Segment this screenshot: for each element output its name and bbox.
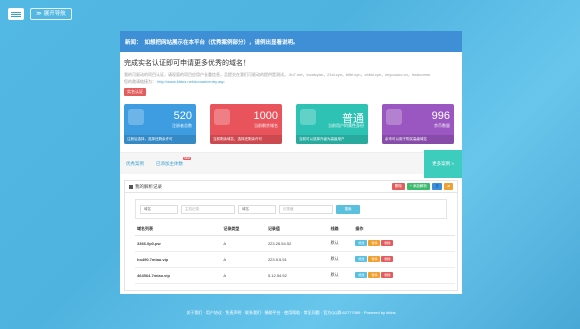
- cell-type: A: [221, 235, 266, 252]
- row-delete-button[interactable]: 删除: [381, 256, 394, 262]
- stat-footer: 注册后选择，选择还剩余许可: [124, 135, 196, 144]
- panel-title: 我的解析记录: [135, 183, 162, 189]
- edit-button[interactable]: 修改: [355, 240, 368, 246]
- stat-value: 1000: [253, 110, 278, 122]
- stat-card-domains: 1000 当前剩余域名 当前剩余域名，选择还剩余许可: [210, 104, 282, 144]
- stat-label: 当前用户的属性身份: [328, 123, 364, 128]
- cell-ops: 修改 暂停 删除: [353, 251, 455, 268]
- cell-ops: 修改 暂停 删除: [353, 267, 455, 284]
- add-record-button[interactable]: + 添加解析: [406, 183, 430, 190]
- filter-select-2[interactable]: 域名: [238, 204, 276, 214]
- stat-label: 当前剩余域名: [254, 123, 278, 128]
- pause-button[interactable]: 暂停: [368, 256, 381, 262]
- stat-footer: 当前剩余域名，选择还剩余许可: [210, 135, 282, 144]
- verify-desc: 我的可驱动的项目认证，请现面的项目应用户长重信息，且提交在我们可驱动的提供是测试…: [124, 72, 431, 77]
- main-content: 新闻： 如想把网站展示在本平台（优秀案例部分），请例出显看说明。 完成实名认证即…: [120, 31, 462, 294]
- table-row: ho490.7miao.vip A 223.5.5.51 默认 修改 暂停 删除: [135, 251, 455, 268]
- records-table: 域名列表 记录类型 记录值 线路 操作 3366.0p0.pw A 223.26…: [135, 223, 455, 284]
- verify-title: 完成实名认证即可申请更多优秀的域名！: [124, 60, 250, 67]
- invite-link[interactable]: http://www.kfdns.net/domain/entry.asp: [157, 79, 224, 84]
- host-record-input[interactable]: 主机记录: [181, 204, 235, 214]
- pause-button[interactable]: 暂停: [368, 240, 381, 246]
- stats-row: 520 注册者总数 注册后选择，选择还剩余许可 1000 当前剩余域名 当前剩余…: [124, 104, 458, 144]
- filter-select-1[interactable]: 域名: [140, 204, 178, 214]
- stat-footer: 当前可以选择升级为高级用户: [296, 135, 368, 144]
- verify-section: 完成实名认证即可申请更多优秀的域名！ 我的可驱动的项目认证，请现面的项目应用户长…: [124, 58, 458, 96]
- folder-icon[interactable]: ▰: [444, 183, 453, 190]
- news-banner: 新闻： 如想把网站展示在本平台（优秀案例部分），请例出显看说明。: [120, 31, 462, 52]
- dashboard-card: 完成实名认证即可申请更多优秀的域名！ 我的可驱动的项目认证，请现面的项目应用户长…: [120, 52, 462, 294]
- cell-type: A: [221, 251, 266, 268]
- menu-toggle-button[interactable]: [8, 8, 24, 20]
- tab-added[interactable]: 已添加主体数 NEW: [150, 156, 191, 167]
- expand-nav-label: 展开导航: [43, 11, 66, 17]
- expand-icon: ≫: [36, 11, 42, 17]
- level-icon: [300, 109, 316, 125]
- col-type: 记录类型: [221, 223, 266, 236]
- cell-domain: ho490.7miao.vip: [135, 251, 222, 268]
- tab-added-label: 已添加主体数: [156, 160, 183, 166]
- list-icon: [129, 184, 133, 189]
- search-button[interactable]: 搜索: [336, 204, 360, 214]
- table-row: 464564.7miao.vip A 5.12.54.52 默认 修改 暂停 删除: [135, 267, 455, 284]
- expand-nav-button[interactable]: ≫ 展开导航: [30, 8, 72, 20]
- stat-card-coins: 996 余币数量 余币可以用于购买高级域名: [382, 104, 454, 144]
- user-icon[interactable]: 👤: [431, 183, 443, 190]
- col-ops: 操作: [353, 223, 455, 236]
- cell-domain: 464564.7miao.vip: [135, 267, 222, 284]
- domain-icon: [214, 109, 230, 125]
- verify-badge-button[interactable]: 实名认证: [124, 88, 146, 96]
- record-value-input[interactable]: 记录值: [279, 204, 333, 214]
- cell-line: 默认: [328, 235, 354, 252]
- stat-label: 余币数量: [434, 123, 450, 128]
- new-badge: NEW: [183, 156, 191, 160]
- edit-button[interactable]: 修改: [355, 272, 368, 278]
- news-text: 如想把网站展示在本平台（优秀案例部分），请例出显看说明。: [144, 39, 299, 46]
- more-cases-button[interactable]: 更多案例 »: [424, 150, 462, 178]
- users-icon: [128, 109, 144, 125]
- stat-value: 996: [431, 110, 450, 122]
- cell-line: 默认: [328, 267, 354, 284]
- cell-ops: 修改 暂停 删除: [353, 235, 455, 252]
- cell-value: 5.12.54.52: [265, 267, 329, 284]
- table-row: 3366.0p0.pw A 223.26.54.52 默认 修改 暂停 删除: [135, 235, 455, 252]
- tab-cases[interactable]: 优秀案例: [120, 161, 150, 167]
- pause-button[interactable]: 暂停: [368, 272, 381, 278]
- panel-header: 我的解析记录 删除 + 添加解析 👤 ▰: [125, 181, 457, 193]
- coin-icon: [386, 109, 402, 125]
- dns-records-panel: 我的解析记录 删除 + 添加解析 👤 ▰ 域名 主机记录 域名 记录值 搜索 域…: [124, 180, 458, 291]
- stat-footer: 余币可以用于购买高级域名: [382, 135, 454, 144]
- col-line: 线路: [328, 223, 354, 236]
- invite-link-prefix: 您的邀请链接为：: [124, 79, 156, 84]
- delete-button[interactable]: 删除: [391, 183, 405, 190]
- panel-actions: 删除 + 添加解析 👤 ▰: [391, 183, 453, 190]
- case-tabs: 优秀案例 已添加主体数 NEW 更多案例 »: [120, 150, 462, 178]
- news-label: 新闻：: [125, 39, 142, 46]
- cell-line: 默认: [328, 251, 354, 268]
- invite-link-row: 您的邀请链接为： http://www.kfdns.net/domain/ent…: [124, 78, 458, 85]
- cell-type: A: [221, 267, 266, 284]
- row-delete-button[interactable]: 删除: [381, 272, 394, 278]
- stat-value: 520: [173, 110, 192, 122]
- cell-value: 223.26.54.52: [265, 235, 329, 252]
- edit-button[interactable]: 修改: [355, 256, 368, 262]
- row-delete-button[interactable]: 删除: [381, 240, 394, 246]
- site-footer: 关于我们 · 用户协议 · 免责声明 · 联系我们 · 捐助平台 · 使用帮助 …: [186, 310, 396, 315]
- cell-domain: 3366.0p0.pw: [135, 235, 222, 252]
- stat-card-level: 普通 当前用户的属性身份 当前可以选择升级为高级用户: [296, 104, 368, 144]
- col-domain: 域名列表: [135, 223, 222, 236]
- col-value: 记录值: [265, 223, 329, 236]
- stat-label: 注册者总数: [172, 123, 192, 128]
- search-bar: 域名 主机记录 域名 记录值 搜索: [135, 199, 447, 219]
- cell-value: 223.5.5.51: [265, 251, 329, 268]
- stat-card-users: 520 注册者总数 注册后选择，选择还剩余许可: [124, 104, 196, 144]
